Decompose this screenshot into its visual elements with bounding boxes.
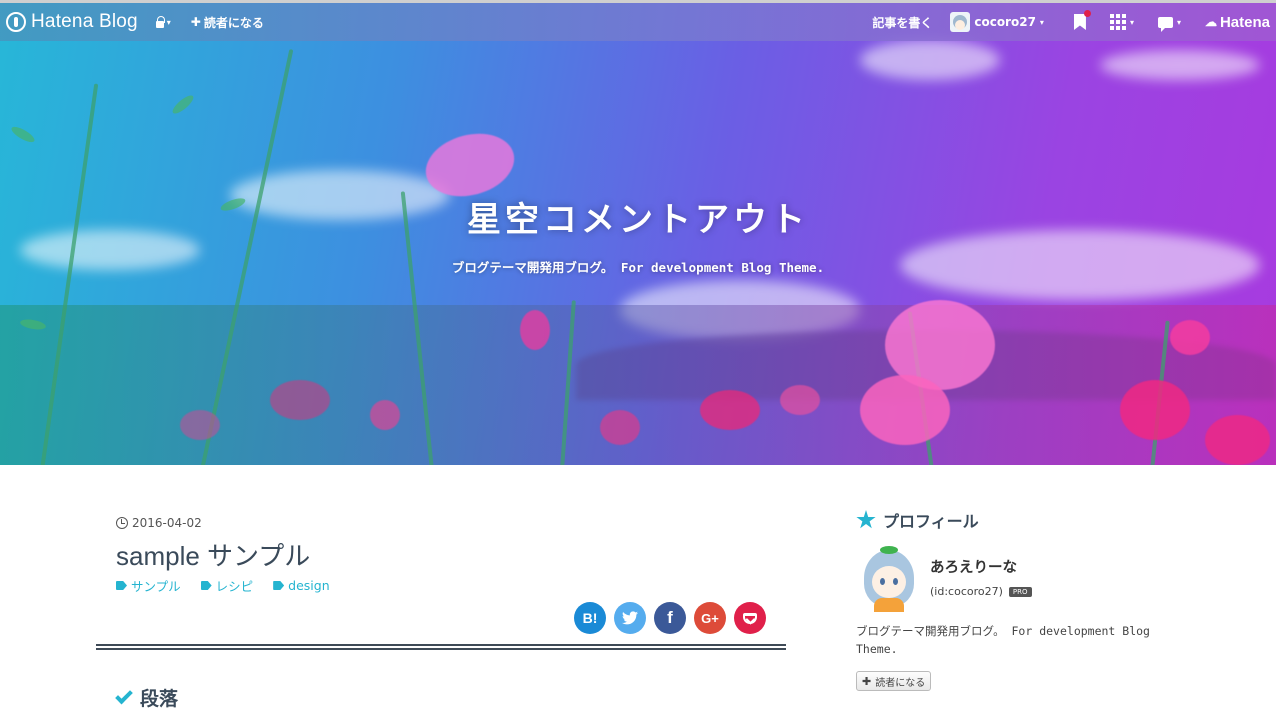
avatar (950, 12, 971, 32)
profile-id[interactable]: (id:cocoro27) PRO (930, 585, 1032, 598)
hatena-blog-mark-icon (6, 12, 26, 32)
article-date[interactable]: 2016-04-02 (116, 516, 202, 530)
plus-icon: ✚ (190, 15, 201, 29)
caret-down-icon: ▾ (1039, 17, 1044, 27)
tag-icon (200, 581, 212, 590)
grid-icon (1109, 14, 1126, 30)
poppy-flower (1120, 380, 1190, 440)
hatena-logo[interactable]: ☁ Hatena (1205, 14, 1270, 31)
article-title[interactable]: sample サンプル (116, 536, 310, 573)
sidebar: プロフィール あろえりーな (id:cocoro27) PRO ブログテーマ開発… (856, 508, 1176, 691)
category-list: サンプル レシピ design (116, 576, 330, 595)
flower-field (0, 305, 1276, 465)
category-link[interactable]: design (273, 576, 330, 595)
clock-icon (116, 517, 128, 529)
profile-card: あろえりーな (id:cocoro27) PRO (858, 546, 1032, 612)
caret-down-icon: ▾ (166, 17, 171, 27)
hatena-label: Hatena (1219, 13, 1270, 31)
brand-name: Hatena Blog (31, 11, 138, 32)
cloud (1100, 50, 1260, 80)
category-label: レシピ (215, 579, 254, 594)
plus-icon: ✚ (862, 674, 872, 688)
subscribe-link[interactable]: ✚ 読者になる (191, 14, 264, 31)
apps-menu-button[interactable]: ▾ (1109, 14, 1134, 30)
poppy-flower (780, 385, 820, 415)
share-buttons: B! f G+ (574, 602, 766, 634)
facebook-share-button[interactable]: f (654, 602, 686, 634)
lock-icon (155, 15, 165, 28)
bookmark-notification-button[interactable] (1073, 10, 1091, 30)
profile-description: ブログテーマ開発用ブログ。 For development Blog Theme… (856, 624, 1150, 656)
user-menu[interactable]: cocoro27 ▾ (950, 12, 1044, 32)
profile-heading-text: プロフィール (883, 512, 979, 531)
caret-down-icon: ▾ (1129, 17, 1134, 27)
profile-module-heading: プロフィール (856, 508, 1176, 532)
googleplus-share-button[interactable]: G+ (694, 602, 726, 634)
tag-icon (273, 581, 285, 590)
poppy-flower (860, 375, 950, 445)
poppy-flower (600, 410, 640, 445)
poppy-flower (180, 410, 220, 440)
bookmark-icon (1073, 14, 1086, 30)
blog-header: 星空コメントアウト ブログテーマ開発用ブログ。 For development … (0, 0, 1276, 465)
hatena-bookmark-icon: B! (582, 610, 598, 626)
article-divider (96, 644, 786, 650)
privacy-menu[interactable]: ▾ (155, 15, 171, 28)
section-heading-text: 段落 (140, 688, 179, 709)
leaf (170, 92, 196, 117)
profile-name[interactable]: あろえりーな (930, 556, 1032, 577)
check-icon (115, 686, 133, 705)
speech-bubble-icon (1157, 16, 1173, 32)
subscribe-button[interactable]: ✚ 読者になる (856, 671, 932, 691)
hatena-blog-logo[interactable]: Hatena Blog (6, 11, 138, 33)
profile-id-text: (id:cocoro27) (930, 585, 1003, 598)
pocket-icon (743, 612, 757, 624)
blog-description: ブログテーマ開発用ブログ。 For development Blog Theme… (451, 260, 825, 275)
avatar[interactable] (858, 546, 918, 612)
category-label: サンプル (131, 579, 181, 594)
poppy-flower (520, 310, 550, 350)
date-text: 2016-04-02 (132, 516, 202, 530)
write-article-link[interactable]: 記事を書く (872, 14, 932, 31)
subscribe-button-label: 読者になる (875, 677, 926, 689)
category-label: design (288, 578, 330, 593)
hatena-cloud-icon: ☁ (1204, 15, 1217, 29)
tag-icon (116, 581, 127, 590)
username: cocoro27 (974, 15, 1036, 29)
googleplus-icon: G+ (701, 610, 719, 626)
notification-dot (1083, 10, 1091, 17)
leaf (9, 124, 37, 145)
blog-title[interactable]: 星空コメントアウト (0, 192, 1276, 241)
poppy-flower (1205, 415, 1270, 465)
twitter-bird-icon (622, 611, 638, 625)
pocket-share-button[interactable] (734, 602, 766, 634)
facebook-icon: f (667, 608, 673, 627)
twitter-share-button[interactable] (614, 602, 646, 634)
pro-badge: PRO (1008, 586, 1032, 597)
poppy-flower (270, 380, 330, 420)
poppy-flower (1170, 320, 1210, 355)
category-link[interactable]: サンプル (116, 576, 181, 595)
hatena-bookmark-share-button[interactable]: B! (574, 602, 606, 634)
cloud (860, 40, 1000, 80)
poppy-flower (700, 390, 760, 430)
section-heading: 段落 (115, 684, 179, 709)
caret-down-icon: ▾ (1176, 17, 1181, 27)
global-header: Hatena Blog ▾ ✚ 読者になる 記事を書く cocoro27 ▾ ▾… (0, 0, 1276, 41)
star-icon (856, 510, 876, 529)
subscribe-label: 読者になる (203, 15, 264, 30)
comments-menu-button[interactable]: ▾ (1157, 16, 1181, 32)
poppy-flower (370, 400, 400, 430)
category-link[interactable]: レシピ (200, 576, 254, 595)
